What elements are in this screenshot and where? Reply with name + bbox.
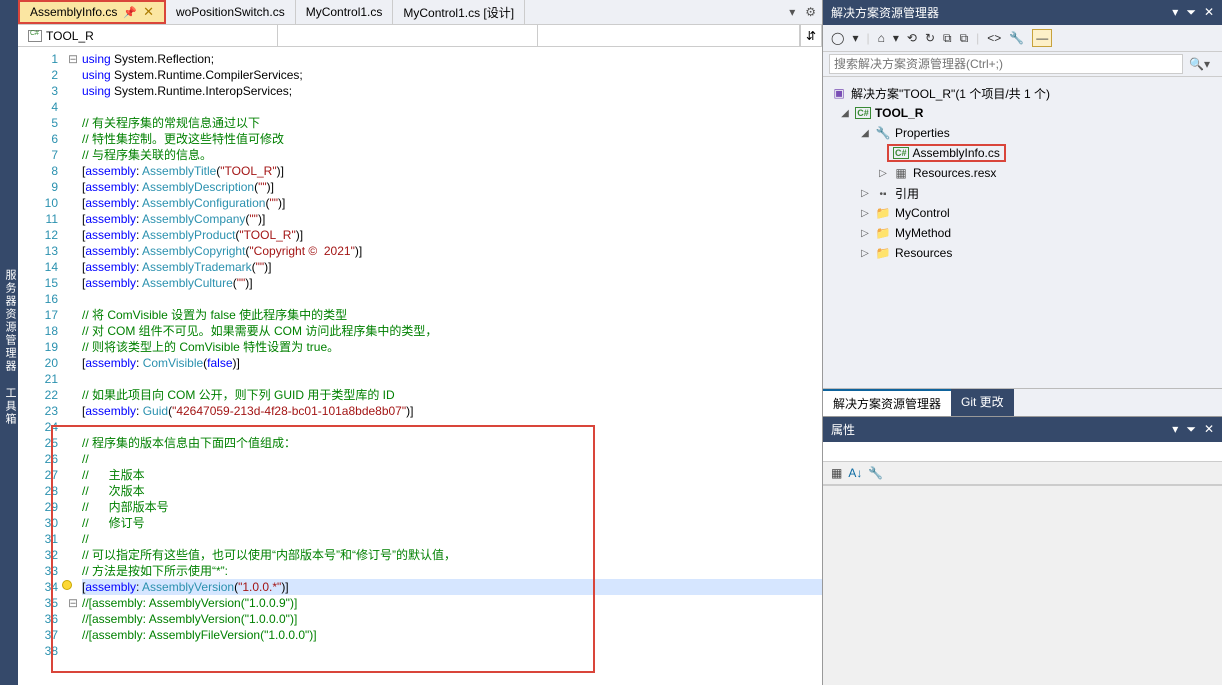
properties-panel: 属性 ▾ ⏷ ✕ ▦ A↓ 🔧 [823,416,1222,685]
solution-explorer-title[interactable]: 解决方案资源管理器 ▾ ⏷ ✕ [823,0,1222,25]
resx-icon [893,166,909,180]
nav-project-label: TOOL_R [46,29,94,43]
folder-mycontrol[interactable]: ▷ 📁 MyControl [827,203,1218,223]
folder-icon: 📁 [875,206,891,220]
wrench-icon: 🔧 [875,126,891,140]
nav-scope[interactable] [278,25,538,46]
close-icon[interactable]: ✕ [143,4,154,20]
csharp-icon [28,30,42,42]
tab-solution-explorer[interactable]: 解决方案资源管理器 [823,389,951,416]
home-icon[interactable]: ⌂ [878,31,885,45]
properties-title[interactable]: 属性 ▾ ⏷ ✕ [823,417,1222,442]
properties-object[interactable] [823,442,1222,462]
highlighted-file: C# AssemblyInfo.cs [887,144,1006,162]
expander-icon[interactable]: ◢ [859,128,871,139]
solution-node[interactable]: 解决方案"TOOL_R"(1 个项目/共 1 个) [827,83,1218,103]
document-tabs: AssemblyInfo.cs 📌 ✕ woPositionSwitch.cs … [18,0,822,25]
fwd-icon[interactable]: ▾ [852,31,858,45]
sort-icon[interactable]: A↓ [848,466,862,480]
dropdown-icon[interactable]: ▾ [1172,422,1178,437]
split-button[interactable]: ⇵ [800,25,822,46]
folder-icon: 📁 [875,246,891,260]
project-node[interactable]: ◢ C# TOOL_R [827,103,1218,123]
references-node[interactable]: ▷ 引用 [827,183,1218,203]
properties-grid[interactable] [823,485,1222,685]
editor[interactable]: 1234567891011121314151617181920212223242… [18,47,822,685]
expander-icon[interactable]: ▷ [859,208,871,219]
left-dock-label[interactable]: 服务器资源管理器 工具箱 [0,0,18,685]
refresh-icon[interactable]: ↻ [925,31,935,45]
csharp-file-icon: C# [893,147,909,159]
solution-tree[interactable]: 解决方案"TOOL_R"(1 个项目/共 1 个) ◢ C# TOOL_R ◢ … [823,77,1222,388]
search-row: 🔍▾ [823,52,1222,77]
dropdown-icon[interactable]: ▾ [1172,5,1178,20]
panel-bottom-tabs: 解决方案资源管理器 Git 更改 [823,388,1222,416]
resources-resx-node[interactable]: ▷ Resources.resx [827,163,1218,183]
code-icon[interactable]: <> [987,31,1001,45]
tab-mycontrol1[interactable]: MyControl1.cs [296,0,394,24]
folder-resources[interactable]: ▷ 📁 Resources [827,243,1218,263]
close-icon[interactable]: ✕ [1204,5,1214,20]
pin-icon[interactable]: ⏷ [1186,5,1196,20]
line-numbers: 1234567891011121314151617181920212223242… [18,47,64,685]
editor-area: AssemblyInfo.cs 📌 ✕ woPositionSwitch.cs … [18,0,822,685]
expander-icon[interactable]: ◢ [839,108,851,119]
solution-toolbar: ◯ ▾ | ⌂ ▾ ⟲ ↻ ⧉ ⧉ | <> 🔧 — [823,25,1222,52]
solution-icon [831,86,847,100]
assemblyinfo-node[interactable]: C# AssemblyInfo.cs [827,143,1218,163]
properties-node[interactable]: ◢ 🔧 Properties [827,123,1218,143]
expander-icon[interactable]: ▷ [859,228,871,239]
tab-dropdown-icon[interactable]: ▾ [789,5,795,19]
tab-mycontrol1-design[interactable]: MyControl1.cs [设计] [393,0,525,24]
search-icon[interactable]: 🔍▾ [1183,57,1216,71]
back-icon[interactable]: ◯ [831,31,844,45]
code-nav-bar: TOOL_R ⇵ [18,25,822,47]
nav-project[interactable]: TOOL_R [18,25,278,46]
folder-icon: 📁 [875,226,891,240]
wrench-icon[interactable]: 🔧 [868,466,883,480]
copy-icon[interactable]: ⧉ [943,31,952,46]
tab-git-changes[interactable]: Git 更改 [951,389,1014,416]
search-input[interactable] [829,54,1183,74]
tab-twopositionswitch[interactable]: woPositionSwitch.cs [166,0,296,24]
wrench-icon[interactable]: 🔧 [1009,31,1024,45]
categorize-icon[interactable]: ▦ [831,466,842,480]
pin-icon[interactable]: ⏷ [1186,422,1196,437]
nav-member[interactable] [538,25,800,46]
properties-toolbar: ▦ A↓ 🔧 [823,462,1222,485]
folder-mymethod[interactable]: ▷ 📁 MyMethod [827,223,1218,243]
sync-icon[interactable]: ⟲ [907,31,917,45]
close-icon[interactable]: ✕ [1204,422,1214,437]
paste-icon[interactable]: ⧉ [960,31,969,46]
references-icon [875,186,891,200]
right-panel: 解决方案资源管理器 ▾ ⏷ ✕ ◯ ▾ | ⌂ ▾ ⟲ ↻ ⧉ ⧉ | <> 🔧… [822,0,1222,685]
panel-title-text: 解决方案资源管理器 [831,4,939,21]
code-content[interactable]: using System.Reflection;using System.Run… [82,47,822,685]
gear-icon[interactable]: ⚙ [805,5,816,19]
pin-icon[interactable]: 📌 [123,6,137,19]
filter-icon[interactable]: — [1032,29,1052,47]
tabs-overflow: ▾ ⚙ [789,0,822,24]
tab-label: AssemblyInfo.cs [30,5,117,19]
tab-assemblyinfo[interactable]: AssemblyInfo.cs 📌 ✕ [18,0,166,24]
expander-icon[interactable]: ▷ [859,248,871,259]
doc-icon[interactable]: ▾ [893,31,899,45]
expander-icon[interactable]: ▷ [877,168,889,179]
csharp-project-icon: C# [855,107,871,119]
expander-icon[interactable]: ▷ [859,188,871,199]
